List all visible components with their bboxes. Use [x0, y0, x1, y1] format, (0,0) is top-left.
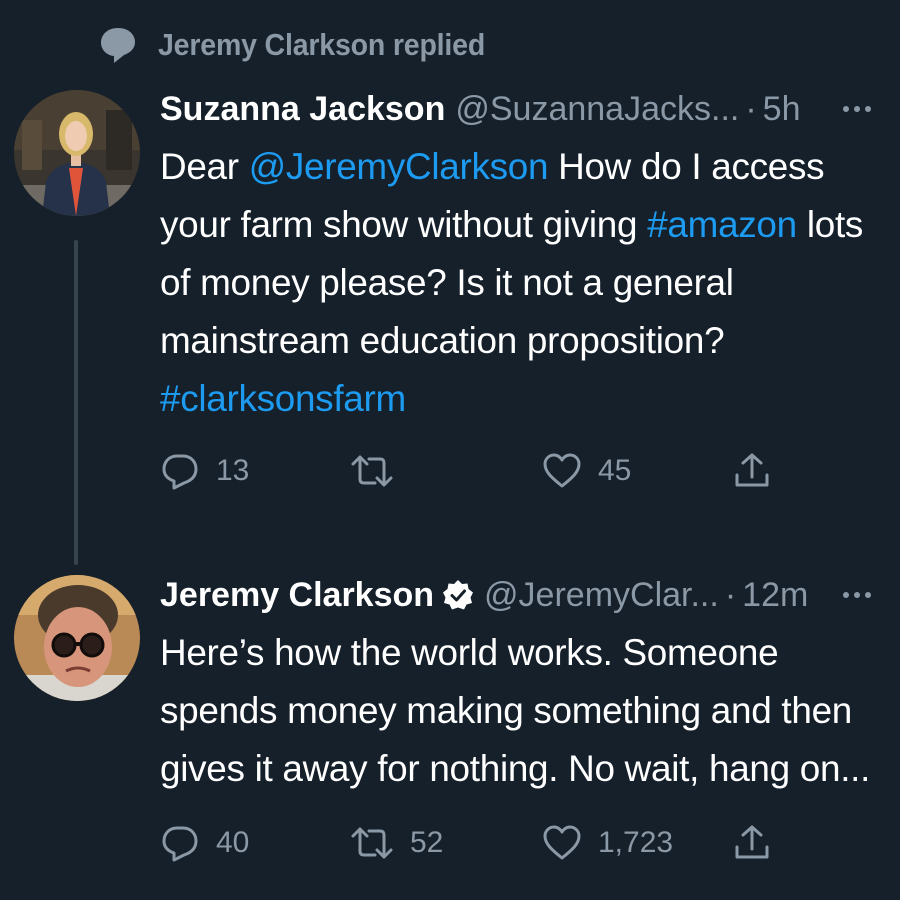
text-segment: How do I access — [548, 146, 825, 187]
timeline: Jeremy Clarkson replied Suzanna Jackson … — [0, 0, 900, 900]
text-segment: your farm show without giving — [160, 204, 648, 245]
author-name[interactable]: Suzanna Jackson — [160, 90, 445, 129]
social-context: Jeremy Clarkson replied — [98, 22, 514, 68]
tweet-text-line: mainstream education proposition? — [160, 320, 725, 361]
author-handle[interactable]: @JeremyClar... — [484, 576, 719, 615]
like-count: 45 — [598, 454, 632, 487]
more-options-icon[interactable] — [843, 84, 871, 134]
tweet-text: Here’s how the world works. Someone spen… — [160, 624, 890, 798]
heart-icon — [542, 823, 582, 863]
text-segment: Dear — [160, 146, 249, 187]
tweet-text-line: spends money making something and then — [160, 690, 853, 731]
hashtag-link[interactable]: #clarksonsfarm — [160, 378, 406, 419]
retweet-count: 52 — [410, 826, 444, 859]
tweet-header: Jeremy Clarkson @JeremyClar... · 12m — [160, 570, 885, 620]
share-button[interactable] — [732, 818, 772, 868]
tweet-text-line: #clarksonsfarm — [160, 370, 406, 428]
social-context-label: Jeremy Clarkson replied — [158, 27, 486, 62]
mention-link[interactable]: @JeremyClarkson — [249, 146, 549, 187]
retweet-icon — [350, 451, 394, 491]
like-button[interactable]: 45 — [542, 446, 631, 496]
thread-connector-line — [74, 240, 78, 565]
avatar[interactable] — [14, 575, 140, 701]
retweet-button[interactable] — [350, 446, 410, 496]
like-count: 1,723 — [598, 826, 674, 859]
share-icon — [732, 451, 772, 491]
heart-icon — [542, 451, 582, 491]
share-icon — [732, 823, 772, 863]
reply-button[interactable]: 13 — [160, 446, 249, 496]
tweet-actions: 40 52 1,723 — [160, 818, 800, 868]
tweet-text-line: of money please? Is it not a general — [160, 262, 734, 303]
reply-count: 40 — [216, 826, 250, 859]
reply-count: 13 — [216, 454, 250, 487]
reply-icon — [160, 451, 200, 491]
separator: · — [724, 575, 737, 614]
tweet-text-line: Here’s how the world works. Someone — [160, 632, 779, 673]
tweet-header: Suzanna Jackson @SuzannaJacks... · 5h — [160, 84, 885, 134]
tweet-text-line: Dear @JeremyClarkson How do I access — [160, 138, 825, 196]
retweet-button[interactable]: 52 — [350, 818, 443, 868]
avatar[interactable] — [14, 90, 140, 216]
timestamp[interactable]: 5h — [763, 90, 801, 129]
tweet-text-line: gives it away for nothing. No wait, hang… — [160, 748, 871, 789]
timestamp[interactable]: 12m — [742, 576, 808, 615]
tweet-text: Dear @JeremyClarkson How do I access you… — [160, 138, 890, 428]
retweet-icon — [350, 823, 394, 863]
author-name[interactable]: Jeremy Clarkson — [160, 576, 434, 615]
reply-button[interactable]: 40 — [160, 818, 249, 868]
more-options-icon[interactable] — [843, 570, 871, 620]
reply-icon — [160, 823, 200, 863]
text-segment: lots — [796, 204, 864, 245]
separator: · — [745, 89, 757, 128]
author-handle[interactable]: @SuzannaJacks... — [455, 90, 739, 129]
verified-badge-icon — [442, 579, 474, 611]
tweet-text-line: your farm show without giving #amazon lo… — [160, 196, 863, 254]
tweet-actions: 13 45 — [160, 446, 800, 496]
speech-bubble-icon — [98, 25, 138, 65]
like-button[interactable]: 1,723 — [542, 818, 673, 868]
share-button[interactable] — [732, 446, 772, 496]
hashtag-link[interactable]: #amazon — [647, 204, 797, 245]
